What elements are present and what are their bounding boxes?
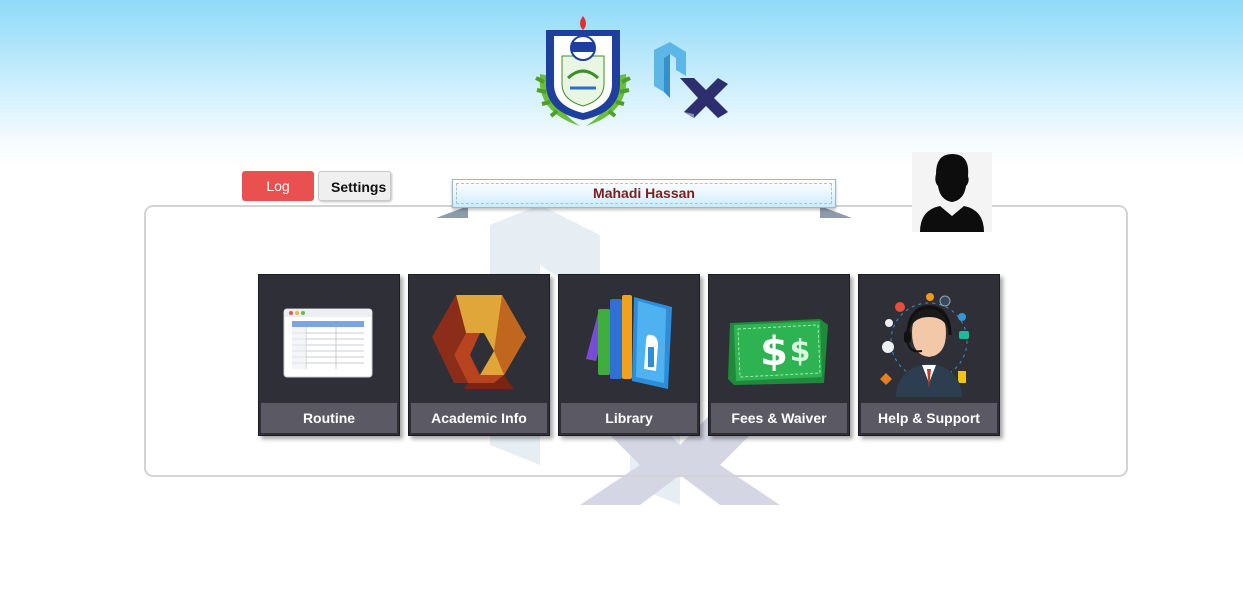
hexagon-logo-icon [432,295,526,389]
tile-label: Help & Support [861,403,997,433]
mx-app-logo [654,42,728,118]
tile-label: Academic Info [411,403,547,433]
tile-label: Routine [261,403,397,433]
user-avatar-icon[interactable] [912,152,992,232]
svg-text:$: $ [760,329,788,375]
tile-help-support[interactable]: Help & Support [858,274,1000,436]
user-name: Mahadi Hassan [452,179,836,208]
tile-label: Fees & Waiver [711,403,847,433]
logout-button[interactable]: Log Out [242,171,314,224]
svg-text:$: $ [790,334,811,369]
calendar-window-icon [283,308,373,378]
support-agent-icon [880,293,969,397]
money-icon: $ $ [728,319,828,385]
tile-routine[interactable]: Routine [258,274,400,436]
settings-button[interactable]: Settings [318,171,391,201]
tile-academic-info[interactable]: Academic Info [408,274,550,436]
tile-label: Library [561,403,697,433]
tile-fees-waiver[interactable]: $ $ Fees & Waiver [708,274,850,436]
university-seal-logo [535,16,631,126]
tile-library[interactable]: Library [558,274,700,436]
books-icon [586,295,672,389]
user-name-ribbon: Mahadi Hassan [436,178,852,222]
